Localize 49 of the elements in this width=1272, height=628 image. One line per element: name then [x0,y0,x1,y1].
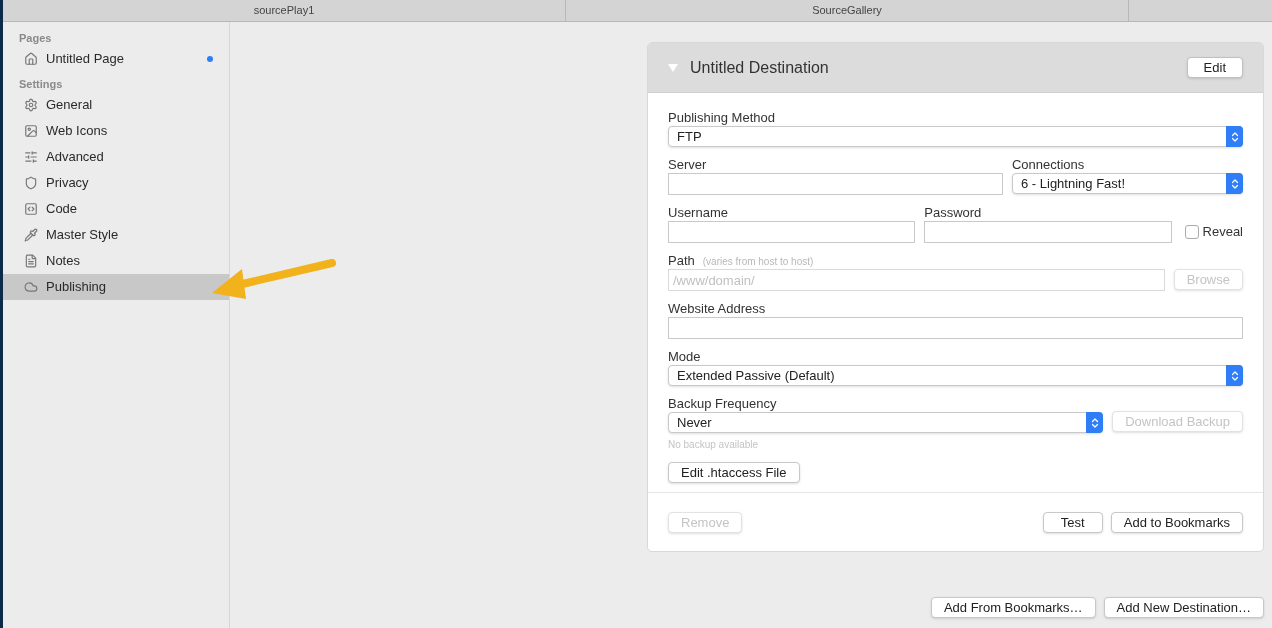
home-icon [24,52,38,66]
sidebar-item[interactable]: Privacy [3,170,229,196]
select-dropdown[interactable]: Never [668,412,1104,433]
field-label: Password [924,204,982,222]
sidebar-item[interactable]: General [3,92,229,118]
shield-icon [24,176,38,190]
field-label: Backup Frequency [668,395,777,413]
push-button[interactable]: Add New Destination… [1103,597,1264,618]
checkbox-label: Reveal [1202,223,1243,242]
field-label: Username [668,204,728,222]
push-button[interactable]: Test [1042,511,1103,533]
field-label: Publishing Method [668,109,775,127]
sidebar-item[interactable]: Web Icons [3,118,229,144]
sidebar-item[interactable]: Publishing [3,274,229,300]
section-heading: Settings [18,77,63,92]
disclosure-triangle[interactable] [668,63,678,72]
cloud-icon [24,280,38,294]
eyedropper-icon [24,228,38,242]
sidebar-item[interactable]: Master Style [3,222,229,248]
push-button[interactable]: Add to Bookmarks [1110,511,1243,533]
field-label: Server [668,156,707,174]
sliders-icon [24,150,38,164]
sidebar-item[interactable]: Advanced [3,144,229,170]
input-field[interactable] [668,317,1243,339]
edit-button[interactable]: Edit [1186,57,1243,78]
sidebar-item[interactable]: Notes [3,248,229,274]
destination-title: Untitled Destination [690,57,830,78]
section-heading: Pages [18,31,52,46]
document-icon [24,254,38,268]
status-note: No backup available [668,438,759,452]
hint-text: (varies from host to host) [702,255,814,269]
field-label: Connections [1012,156,1085,174]
settings-icon [24,98,38,112]
select-dropdown[interactable]: FTP [668,126,1243,147]
image-icon [24,124,38,138]
push-button[interactable]: Add From Bookmarks… [930,597,1096,618]
field-label: Path [668,252,695,270]
sidebar-item[interactable]: Code [3,196,229,222]
checkbox[interactable] [1184,225,1199,239]
sidebar-item[interactable]: Untitled Page [3,46,229,72]
field-label: Mode [668,348,701,366]
input-field[interactable] [668,173,1003,195]
field-label: Website Address [668,300,766,318]
input-field[interactable] [924,221,1172,243]
input-field[interactable] [668,221,916,243]
select-dropdown[interactable]: 6 - Lightning Fast! [1012,173,1243,194]
select-dropdown[interactable]: Extended Passive (Default) [668,365,1243,386]
push-button[interactable]: Edit .htaccess File [668,462,800,483]
code-icon [24,202,38,216]
